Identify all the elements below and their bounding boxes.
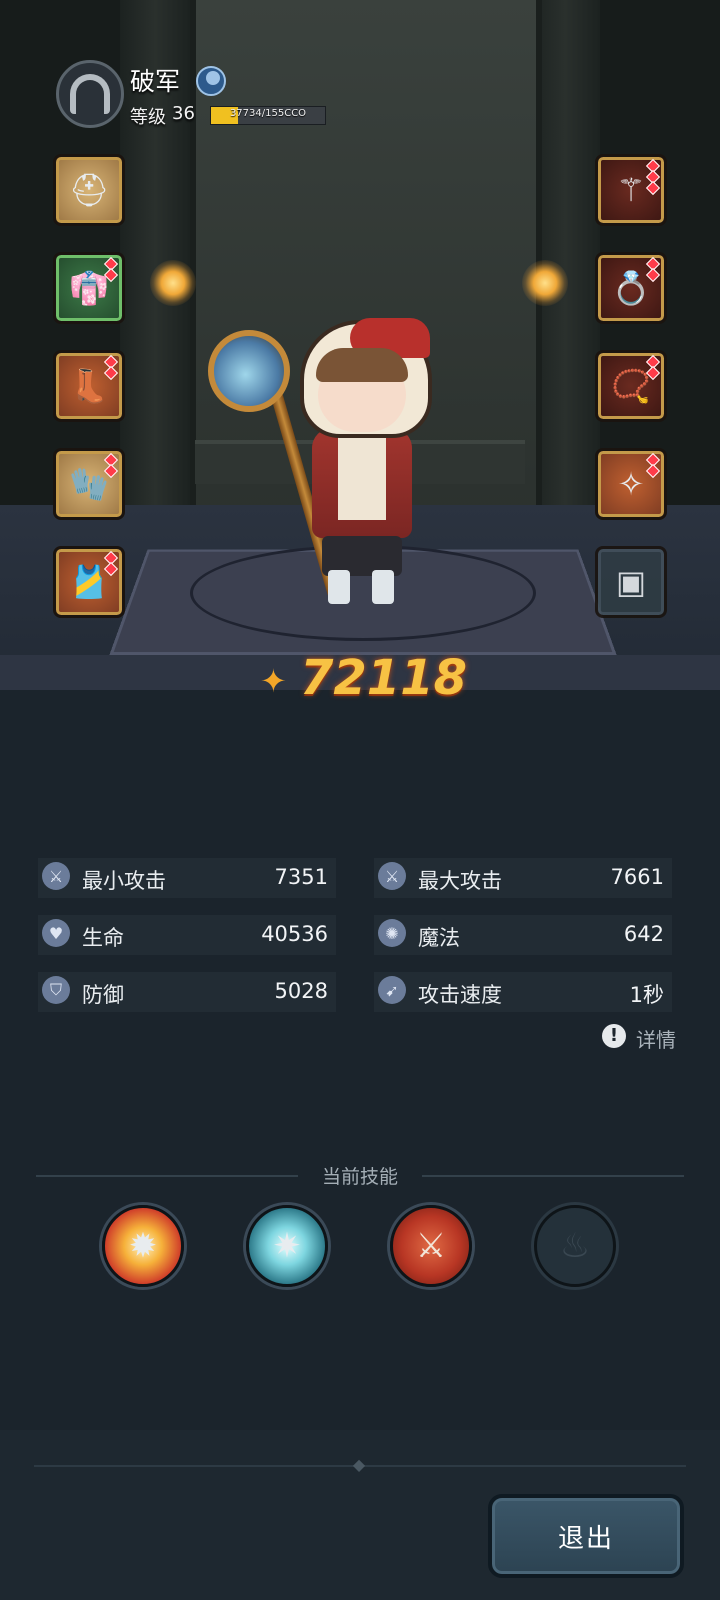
helmet-icon xyxy=(70,74,110,114)
stat-attack-speed: ➹ 攻击速度 1秒 xyxy=(374,972,672,1012)
stat-value: 7661 xyxy=(610,865,664,889)
equip-slot-weapon[interactable]: ⚚ xyxy=(595,154,667,226)
player-name: 破军 xyxy=(130,67,181,96)
boots-icon: 👢 xyxy=(69,367,109,405)
hero-boot-left xyxy=(328,570,350,604)
equip-slot-boots[interactable]: 👢 xyxy=(53,350,125,422)
moon-badge-icon xyxy=(196,66,226,96)
explosion-skill-icon[interactable]: ✹ xyxy=(102,1205,184,1287)
stat-hp: ♥ 生命 40536 xyxy=(38,915,336,955)
stat-defense: ⛉ 防御 5028 xyxy=(38,972,336,1012)
heart-icon: ♥ xyxy=(42,919,70,947)
combat-power: ✦ 72118 xyxy=(200,650,520,710)
stat-label: 魔法 xyxy=(418,926,460,950)
exit-button[interactable]: 退出 xyxy=(488,1494,684,1578)
gem-icon xyxy=(645,463,661,479)
skills-title: 当前技能 xyxy=(321,1166,398,1188)
staff-icon: ⚚ xyxy=(616,171,646,209)
divider-ornament-icon: ◆ xyxy=(352,1455,366,1474)
stat-label: 防御 xyxy=(82,983,124,1007)
frost-orb-skill-icon[interactable]: ✷ xyxy=(246,1205,328,1287)
hood-icon: ⛑ xyxy=(68,171,110,209)
power-value: 72118 xyxy=(300,650,467,706)
equip-slot-necklace[interactable]: 📿 xyxy=(595,350,667,422)
equip-slot-bracer[interactable]: 🧤 xyxy=(53,448,125,520)
sword-icon: ⚔ xyxy=(378,862,406,890)
magic-icon: ✺ xyxy=(378,919,406,947)
stat-value: 40536 xyxy=(261,922,328,946)
power-icon: ✦ xyxy=(260,662,287,700)
sword-icon: ⚔ xyxy=(42,862,70,890)
bracer-icon: 🧤 xyxy=(69,465,109,503)
stat-min-attack: ⚔ 最小攻击 7351 xyxy=(38,858,336,898)
locked-slot-icon: ▣ xyxy=(615,563,647,601)
fire-skill-icon[interactable]: ♨ xyxy=(534,1205,616,1287)
speed-icon: ➹ xyxy=(378,976,406,1004)
hero-boot-right xyxy=(372,570,394,604)
exclamation-icon: ! xyxy=(602,1024,626,1048)
level-value: 36 xyxy=(172,103,195,124)
hero-character xyxy=(200,318,450,608)
player-avatar[interactable] xyxy=(56,60,124,128)
robe-icon: 👘 xyxy=(69,269,109,307)
talisman-icon: ✧ xyxy=(617,465,645,503)
stat-label: 最小攻击 xyxy=(82,869,166,893)
hero-hair xyxy=(316,348,408,382)
staff-orb xyxy=(208,330,290,412)
equip-slot-robe[interactable]: 👘 xyxy=(53,252,125,324)
skills-divider-left xyxy=(36,1175,298,1177)
stat-value: 5028 xyxy=(274,979,328,1003)
equip-slot-hood[interactable]: ⛑ xyxy=(53,154,125,226)
torch-right-icon xyxy=(522,260,568,306)
stat-value: 7351 xyxy=(274,865,328,889)
equip-slot-ring[interactable]: 💍 xyxy=(595,252,667,324)
equip-slot-talisman[interactable]: ✧ xyxy=(595,448,667,520)
gem-icon xyxy=(645,180,661,196)
necklace-icon: 📿 xyxy=(611,367,651,405)
crossed-axes-skill-icon[interactable]: ⚔ xyxy=(390,1205,472,1287)
stat-max-attack: ⚔ 最大攻击 7661 xyxy=(374,858,672,898)
stat-label: 生命 xyxy=(82,926,124,950)
torch-left-icon xyxy=(150,260,196,306)
xp-bar: 37734/155CCO xyxy=(210,106,326,125)
xp-text: 37734/155CCO xyxy=(229,108,307,119)
stat-value: 1秒 xyxy=(629,983,664,1007)
details-label: 详情 xyxy=(636,1028,676,1052)
ring-icon: 💍 xyxy=(611,269,651,307)
stat-label: 攻击速度 xyxy=(418,983,502,1007)
stat-mp: ✺ 魔法 642 xyxy=(374,915,672,955)
hero-tunic xyxy=(338,430,386,520)
level-label: 等级 xyxy=(130,107,166,128)
equip-slot-belt[interactable]: 🎽 xyxy=(53,546,125,618)
skills-divider-right xyxy=(422,1175,684,1177)
belt-icon: 🎽 xyxy=(69,563,109,601)
equip-slot-locked[interactable]: ▣ xyxy=(595,546,667,618)
shield-icon: ⛉ xyxy=(42,976,70,1004)
stat-label: 最大攻击 xyxy=(418,869,502,893)
stat-value: 642 xyxy=(623,922,664,946)
